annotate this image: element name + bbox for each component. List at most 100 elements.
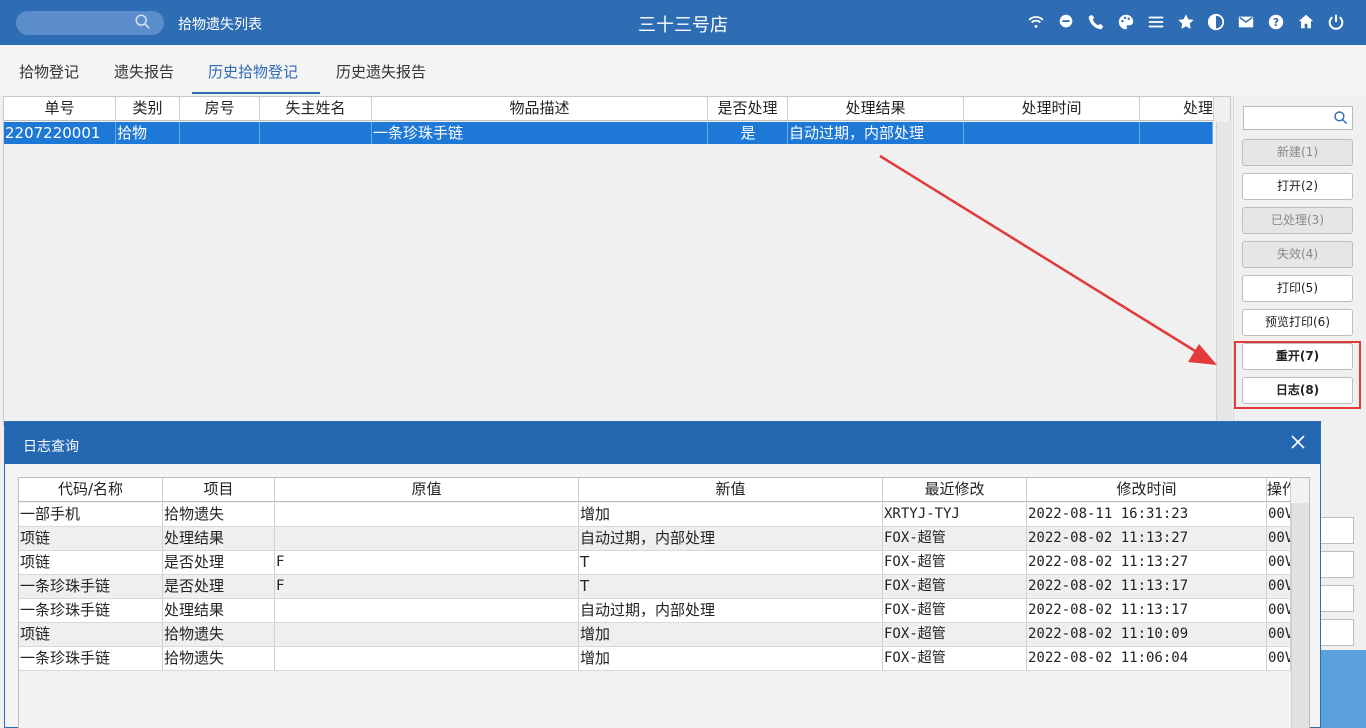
table-row[interactable]: 一部手机 拾物遗失 增加 XRTYJ-TYJ 2022-08-11 16:31:23 00… <box>19 503 1291 527</box>
cell-operation: 00V <box>1267 503 1291 526</box>
print-button[interactable]: 打印(5) <box>1242 275 1353 302</box>
help-icon[interactable]: ? <box>1266 12 1286 32</box>
tab-history-lost-report[interactable]: 历史遗失报告 <box>336 61 426 82</box>
cell-new-value: 增加 <box>579 623 883 646</box>
column-header[interactable]: 是否处理 <box>708 97 788 120</box>
table-row[interactable]: 一条珍珠手链 拾物遗失 增加 FOX-超管 2022-08-02 11:06:04 00V <box>19 647 1291 671</box>
cell-modified-time: 2022-08-02 11:06:04 <box>1027 647 1267 670</box>
active-tab-indicator <box>192 92 320 94</box>
cell-code-name: 项链 <box>19 551 163 574</box>
handled-button[interactable]: 已处理(3) <box>1242 207 1353 234</box>
palette-icon[interactable] <box>1116 12 1136 32</box>
cell-modified-time: 2022-08-02 11:13:27 <box>1027 551 1267 574</box>
side-search-input[interactable] <box>1243 106 1353 130</box>
search-icon[interactable] <box>1333 110 1349 126</box>
cell-time <box>964 122 1140 144</box>
invalidate-button[interactable]: 失效(4) <box>1242 241 1353 268</box>
cell-modified-time: 2022-08-11 16:31:23 <box>1027 503 1267 526</box>
column-header[interactable]: 类别 <box>116 97 180 120</box>
column-header[interactable]: 处理结果 <box>788 97 964 120</box>
svg-text:?: ? <box>1273 16 1279 29</box>
column-header[interactable]: 房号 <box>180 97 260 120</box>
cell-operation: 00V <box>1267 575 1291 598</box>
cell-description: 一条珍珠手链 <box>372 122 708 144</box>
cell-old-value <box>275 647 579 670</box>
hidden-button <box>1318 619 1354 646</box>
wifi-icon[interactable] <box>1026 12 1046 32</box>
hidden-button <box>1318 517 1354 544</box>
column-header[interactable]: 失主姓名 <box>260 97 372 120</box>
cell-item: 拾物遗失 <box>163 623 275 646</box>
table-row[interactable]: 一条珍珠手链 是否处理 F T FOX-超管 2022-08-02 11:13:17 00V <box>19 575 1291 599</box>
cell-modified-by: XRTYJ-TYJ <box>883 503 1027 526</box>
cell-new-value: 自动过期，内部处理 <box>579 599 883 622</box>
cell-old-value: F <box>275 551 579 574</box>
column-header[interactable]: 原值 <box>275 478 579 501</box>
cell-old-value <box>275 503 579 526</box>
open-button[interactable]: 打开(2) <box>1242 173 1353 200</box>
dialog-title: 日志查询 <box>23 439 79 455</box>
found-items-table: 单号 类别 房号 失主姓名 物品描述 是否处理 处理结果 处理时间 处理 220… <box>3 96 1232 426</box>
home-icon[interactable] <box>1296 12 1316 32</box>
table-row[interactable]: 项链 处理结果 自动过期，内部处理 FOX-超管 2022-08-02 11:13:27… <box>19 527 1291 551</box>
cell-owner <box>260 122 372 144</box>
cell-code-name: 项链 <box>19 527 163 550</box>
table-row[interactable]: 一条珍珠手链 处理结果 自动过期，内部处理 FOX-超管 2022-08-02 11:1… <box>19 599 1291 623</box>
cell-operation: 00V <box>1267 623 1291 646</box>
cell-new-value: T <box>579 551 883 574</box>
vertical-scrollbar[interactable] <box>1291 503 1309 728</box>
contrast-icon[interactable] <box>1206 12 1226 32</box>
cell-modified-time: 2022-08-02 11:13:17 <box>1027 599 1267 622</box>
tab-lost-report[interactable]: 遗失报告 <box>114 61 174 82</box>
cell-operation: 00V <box>1267 599 1291 622</box>
column-header[interactable]: 处理时间 <box>964 97 1140 120</box>
table-row[interactable]: 2207220001 拾物 一条珍珠手链 是 自动过期，内部处理 <box>4 122 1213 144</box>
column-header[interactable]: 项目 <box>163 478 275 501</box>
column-header[interactable]: 新值 <box>579 478 883 501</box>
column-header[interactable]: 处理 <box>1140 97 1214 120</box>
global-search[interactable] <box>16 11 164 35</box>
phone-icon[interactable] <box>1086 12 1106 32</box>
new-button[interactable]: 新建(1) <box>1242 139 1353 166</box>
star-icon[interactable] <box>1176 12 1196 32</box>
print-preview-button[interactable]: 预览打印(6) <box>1242 309 1353 336</box>
menu-icon[interactable] <box>1146 12 1166 32</box>
cell-modified-by: FOX-超管 <box>883 599 1027 622</box>
cell-new-value: T <box>579 575 883 598</box>
column-header[interactable]: 操作 <box>1267 478 1291 501</box>
cell-modified-by: FOX-超管 <box>883 527 1027 550</box>
cell-item: 是否处理 <box>163 551 275 574</box>
power-icon[interactable] <box>1326 12 1346 32</box>
log-table: 代码/名称 项目 原值 新值 最近修改 修改时间 操作 一部手机拾物遗失增加XR… <box>18 477 1310 728</box>
cell-handled: 是 <box>708 122 788 144</box>
cell-item: 是否处理 <box>163 575 275 598</box>
tab-found-register[interactable]: 拾物登记 <box>19 61 79 82</box>
column-header[interactable]: 单号 <box>4 97 116 120</box>
chat-icon[interactable] <box>1056 12 1076 32</box>
store-name: 三十三号店 <box>638 15 728 36</box>
table-row[interactable]: 项链 是否处理 F T FOX-超管 2022-08-02 11:13:27 00V <box>19 551 1291 575</box>
column-header[interactable]: 修改时间 <box>1027 478 1267 501</box>
table-row[interactable]: 项链 拾物遗失 增加 FOX-超管 2022-08-02 11:10:09 00V <box>19 623 1291 647</box>
dialog-titlebar: 日志查询 <box>5 422 1320 464</box>
column-header[interactable]: 物品描述 <box>372 97 708 120</box>
search-icon[interactable] <box>134 13 152 31</box>
cell-modified-time: 2022-08-02 11:10:09 <box>1027 623 1267 646</box>
column-header[interactable]: 代码/名称 <box>19 478 163 501</box>
cell-category: 拾物 <box>116 122 180 144</box>
cell-new-value: 增加 <box>579 503 883 526</box>
cell-old-value: F <box>275 575 579 598</box>
cell-operation: 00V <box>1267 647 1291 670</box>
column-header[interactable]: 最近修改 <box>883 478 1027 501</box>
close-icon[interactable] <box>1290 434 1306 450</box>
hidden-button <box>1318 551 1354 578</box>
vertical-scrollbar[interactable] <box>1216 122 1232 426</box>
cell-operation: 00V <box>1267 527 1291 550</box>
cell-id: 2207220001 <box>4 122 116 144</box>
tab-history-found-register[interactable]: 历史拾物登记 <box>208 61 298 82</box>
header-toolbar: ? <box>1026 12 1346 32</box>
hidden-button <box>1318 585 1354 612</box>
cell-modified-by: FOX-超管 <box>883 551 1027 574</box>
log-table-header: 代码/名称 项目 原值 新值 最近修改 修改时间 操作 <box>19 478 1291 502</box>
mail-icon[interactable] <box>1236 12 1256 32</box>
